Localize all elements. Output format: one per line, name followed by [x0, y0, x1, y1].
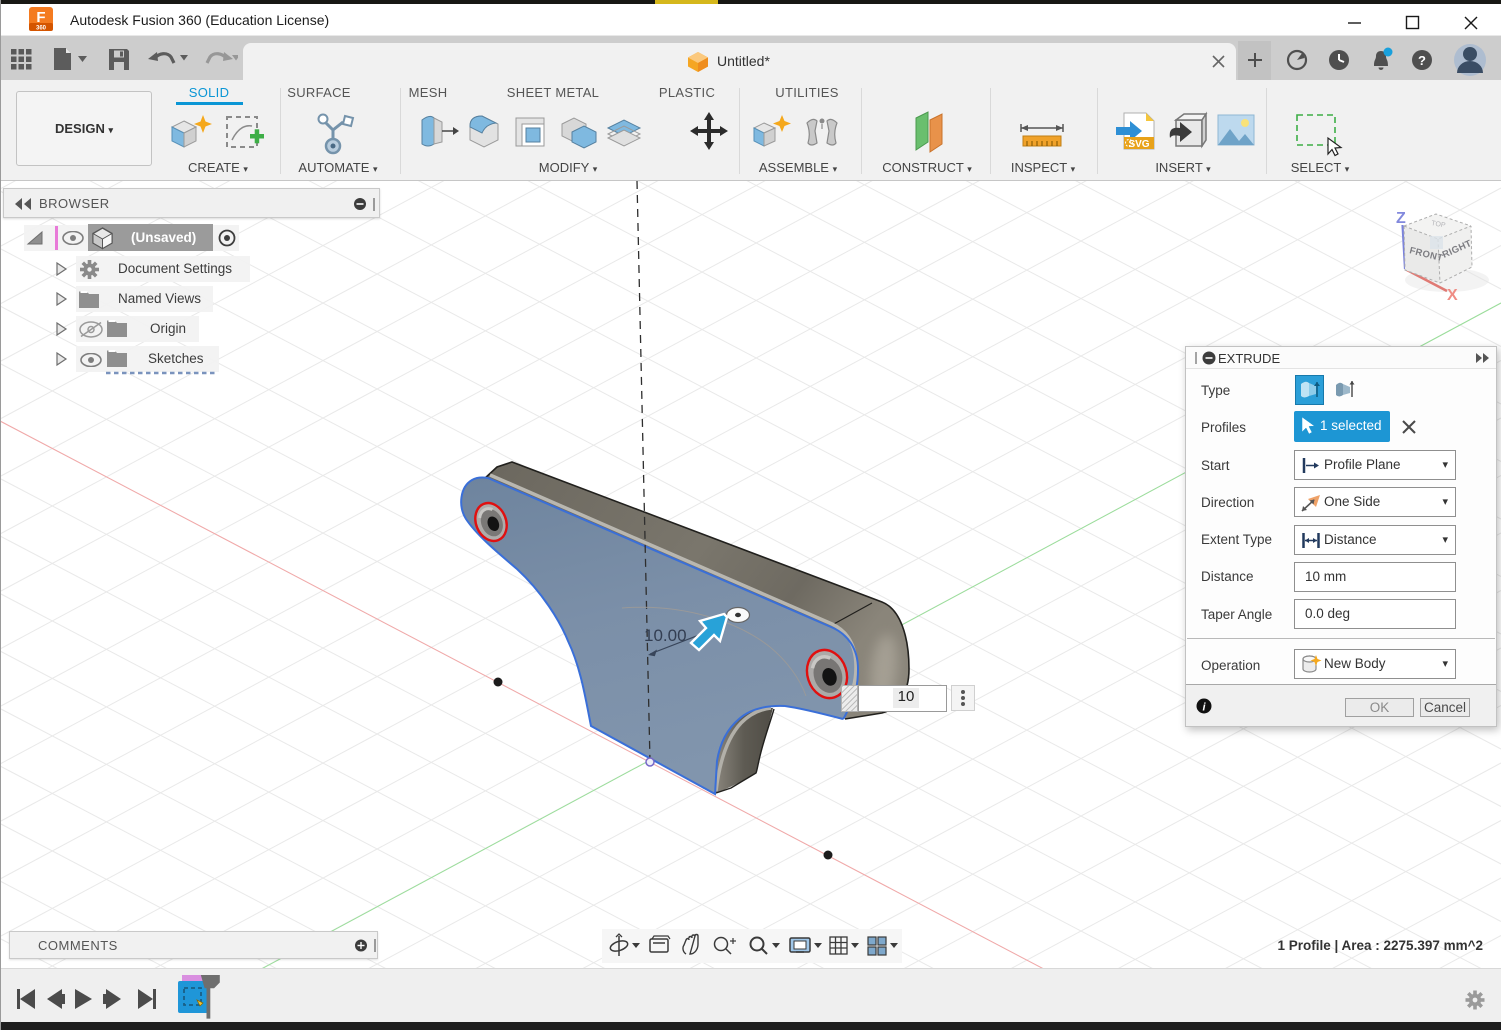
svg-text:F: F [36, 9, 45, 26]
svg-text:10.00: 10.00 [644, 626, 687, 645]
svg-text:360: 360 [36, 26, 47, 32]
svg-text:?: ? [1418, 53, 1426, 68]
svg-text:Z: Z [1396, 210, 1406, 227]
svg-text:X: X [1447, 287, 1458, 304]
